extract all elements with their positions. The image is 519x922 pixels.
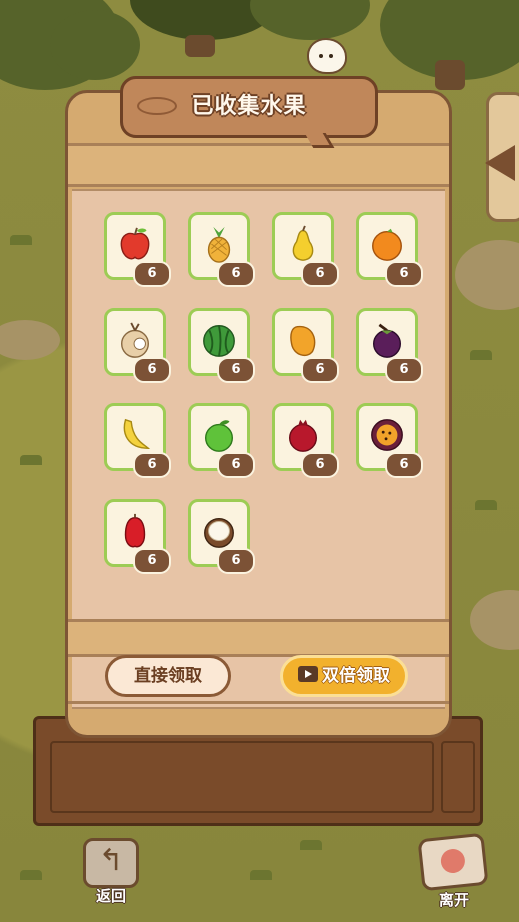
fruit-card-apple[interactable]: 6 [104,212,171,287]
fruit-card-banana[interactable]: 6 [104,403,171,478]
fruit-card-pear[interactable]: 6 [272,212,339,287]
panel-header-band [68,143,449,187]
dirt-patch [470,590,519,650]
fruit-card-watermelon[interactable]: 6 [188,308,255,383]
fruit-card-lime[interactable]: 6 [188,403,255,478]
tree-trunk [185,35,215,57]
longan-icon [116,321,154,359]
pineapple-icon [200,225,238,263]
passion-fruit-icon [368,416,406,454]
lime-icon [200,416,238,454]
fruit-card-mango[interactable]: 6 [272,308,339,383]
grass-tuft [10,235,32,245]
tree [50,10,140,80]
fruit-count-badge: 6 [133,261,171,287]
grass-tuft [475,500,497,510]
claim-direct-button[interactable]: 直接领取 [105,655,231,697]
grass-tuft [470,350,492,360]
fruit-count-badge: 6 [133,452,171,478]
leave-label: 离开 [438,891,469,909]
dirt-patch [455,240,519,310]
apple-icon [116,225,154,263]
claim-double-button[interactable]: 双倍领取 [280,655,408,697]
fruit-card-wax-apple[interactable]: 6 [104,499,171,574]
watermelon-icon [200,321,238,359]
fruit-count-badge: 6 [133,357,171,383]
fruit-count-badge: 6 [385,452,423,478]
fruit-count-badge: 6 [217,261,255,287]
title-sign: 已收集水果 [120,76,378,138]
pear-icon [284,225,322,263]
pomegranate-icon [284,416,322,454]
fruit-card-coconut[interactable]: 6 [188,499,255,574]
claim-double-label: 双倍领取 [322,666,390,686]
map-icon [417,832,489,892]
grass-tuft [250,870,272,880]
fruit-count-badge: 6 [301,357,339,383]
side-panel-toggle[interactable] [485,92,519,222]
banana-icon [116,416,154,454]
fruit-count-badge: 6 [301,452,339,478]
fruit-count-badge: 6 [217,548,255,574]
fruit-count-badge: 6 [217,452,255,478]
mangosteen-icon [368,321,406,359]
grass-tuft [20,455,42,465]
panel-footer-band [68,619,449,657]
coconut-icon [200,512,238,550]
tree-trunk [435,60,465,90]
mango-icon [284,321,322,359]
grass-tuft [300,840,322,850]
fruit-count-badge: 6 [133,548,171,574]
leave-button[interactable]: 离开 [414,832,494,910]
return-arrow-icon: ↰ [98,843,124,878]
fruit-count-badge: 6 [217,357,255,383]
fruit-card-pomegranate[interactable]: 6 [272,403,339,478]
bird-mascot [307,38,347,74]
grass-tuft [20,870,42,880]
arrow-left-icon [485,145,515,181]
fruit-card-passion-fruit[interactable]: 6 [356,403,423,478]
fruit-count-badge: 6 [385,261,423,287]
dirt-patch [0,320,60,360]
fruit-count-badge: 6 [385,357,423,383]
panel-title: 已收集水果 [191,94,307,119]
back-label: 返回 [95,887,126,905]
video-ad-icon [298,666,318,682]
wax-apple-icon [116,512,154,550]
fruit-card-pineapple[interactable]: 6 [188,212,255,287]
tree [250,0,370,40]
orange-icon [368,225,406,263]
fruit-card-orange[interactable]: 6 [356,212,423,287]
fruit-card-mangosteen[interactable]: 6 [356,308,423,383]
fruit-count-badge: 6 [301,261,339,287]
back-button[interactable]: ↰ 返回 [80,838,142,906]
fruit-card-longan[interactable]: 6 [104,308,171,383]
